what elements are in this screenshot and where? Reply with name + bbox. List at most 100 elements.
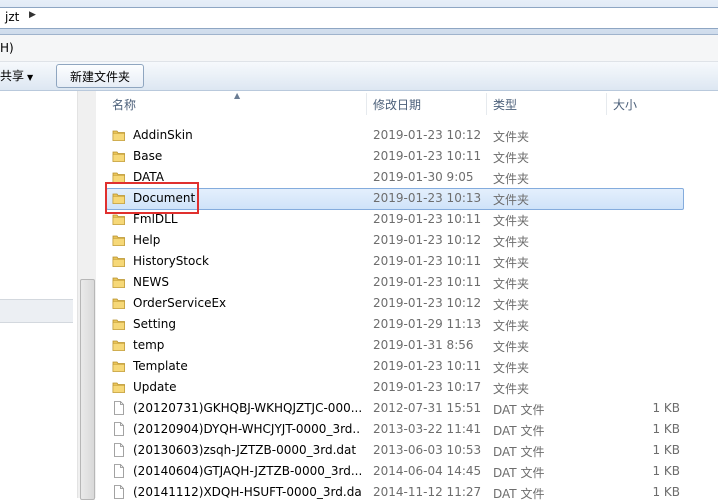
nav-scrollbar-thumb[interactable] xyxy=(80,279,95,500)
file-date: 2019-01-23 10:17 xyxy=(373,380,482,394)
folder-icon xyxy=(112,128,126,142)
file-row[interactable]: Base 2019-01-23 10:11 文件夹 xyxy=(96,146,718,167)
file-row[interactable]: Help 2019-01-23 10:12 文件夹 xyxy=(96,230,718,251)
file-name: (20140604)GTJAQH-JZTZB-0000_3rd.... xyxy=(133,464,361,478)
file-icon xyxy=(112,485,126,499)
file-name: AddinSkin xyxy=(133,128,193,142)
column-date[interactable]: 修改日期 xyxy=(373,91,421,117)
file-row[interactable]: OrderServiceEx 2019-01-23 10:12 文件夹 xyxy=(96,293,718,314)
file-type: 文件夹 xyxy=(493,151,530,165)
file-date: 2019-01-23 10:11 xyxy=(373,149,482,163)
file-name: Setting xyxy=(133,317,176,331)
file-date: 2013-06-03 10:53 xyxy=(373,443,482,457)
folder-icon xyxy=(112,359,126,373)
file-date: 2014-06-04 14:45 xyxy=(373,464,482,478)
file-date: 2019-01-31 8:56 xyxy=(373,338,474,352)
file-type: 文件夹 xyxy=(493,214,530,228)
file-name: (20120731)GKHQBJ-WKHQJZTJC-000... xyxy=(133,401,361,415)
file-type: DAT 文件 xyxy=(493,403,545,417)
file-row[interactable]: HistoryStock 2019-01-23 10:11 文件夹 xyxy=(96,251,718,272)
file-name: HistoryStock xyxy=(133,254,209,268)
column-header: ▲ 名称 修改日期 类型 大小 xyxy=(96,91,718,117)
folder-icon xyxy=(112,338,126,352)
file-name: OrderServiceEx xyxy=(133,296,227,310)
file-name: temp xyxy=(133,338,165,352)
file-row[interactable]: (20140604)GTJAQH-JZTZB-0000_3rd.... 2014-… xyxy=(96,461,718,482)
file-date: 2014-11-12 11:27 xyxy=(373,485,482,499)
file-row[interactable]: (20120904)DYQH-WHCJYJT-0000_3rd.... 2013-… xyxy=(96,419,718,440)
column-size[interactable]: 大小 xyxy=(613,91,637,117)
file-row[interactable]: (20130603)zsqh-JZTZB-0000_3rd.dat 2013-06… xyxy=(96,440,718,461)
file-name: Base xyxy=(133,149,163,163)
menu-item-help[interactable]: H) xyxy=(0,41,14,55)
file-row[interactable]: AddinSkin 2019-01-23 10:12 文件夹 xyxy=(96,125,718,146)
file-row[interactable]: temp 2019-01-31 8:56 文件夹 xyxy=(96,335,718,356)
file-type: 文件夹 xyxy=(493,382,530,396)
navigation-pane xyxy=(0,91,78,498)
folder-icon xyxy=(112,212,126,226)
column-type[interactable]: 类型 xyxy=(493,91,517,117)
file-date: 2019-01-23 10:12 xyxy=(373,233,482,247)
file-date: 2019-01-23 10:11 xyxy=(373,359,482,373)
folder-icon xyxy=(112,317,126,331)
file-date: 2019-01-23 10:12 xyxy=(373,128,482,142)
chevron-right-icon[interactable]: ▶ xyxy=(29,10,36,20)
file-date: 2019-01-23 10:11 xyxy=(373,275,482,289)
file-date: 2019-01-23 10:11 xyxy=(373,254,482,268)
file-size: 1 KB xyxy=(652,464,680,478)
file-row[interactable]: Template 2019-01-23 10:11 文件夹 xyxy=(96,356,718,377)
folder-icon xyxy=(112,275,126,289)
toolbar: 共享 ▼ 新建文件夹 xyxy=(0,62,718,91)
file-size: 1 KB xyxy=(652,485,680,499)
file-type: 文件夹 xyxy=(493,340,530,354)
new-folder-button[interactable]: 新建文件夹 xyxy=(56,64,144,88)
file-icon xyxy=(112,443,126,457)
file-row[interactable]: (20141112)XDQH-HSUFT-0000_3rd.dat 2014-11… xyxy=(96,482,718,503)
file-type: 文件夹 xyxy=(493,277,530,291)
file-row[interactable]: Update 2019-01-23 10:17 文件夹 xyxy=(96,377,718,398)
file-name: NEWS xyxy=(133,275,170,289)
file-name: Template xyxy=(133,359,188,373)
file-size: 1 KB xyxy=(652,422,680,436)
share-label: 共享 xyxy=(0,69,25,83)
file-type: 文件夹 xyxy=(493,235,530,249)
file-date: 2019-01-23 10:12 xyxy=(373,296,482,310)
file-size: 1 KB xyxy=(652,401,680,415)
folder-icon xyxy=(112,149,126,163)
file-size: 1 KB xyxy=(652,443,680,457)
file-date: 2019-01-23 10:13 xyxy=(373,191,482,205)
file-date: 2012-07-31 15:51 xyxy=(373,401,482,415)
file-row[interactable]: Setting 2019-01-29 11:13 文件夹 xyxy=(96,314,718,335)
menu-bar: H) xyxy=(0,35,718,62)
file-type: 文件夹 xyxy=(493,172,530,186)
nav-scrollbar[interactable] xyxy=(77,91,96,500)
column-name[interactable]: 名称 xyxy=(112,91,136,117)
file-row[interactable]: NEWS 2019-01-23 10:11 文件夹 xyxy=(96,272,718,293)
column-divider[interactable] xyxy=(366,93,367,115)
chevron-down-icon: ▼ xyxy=(27,73,34,82)
file-name: (20141112)XDQH-HSUFT-0000_3rd.dat xyxy=(133,485,361,499)
file-name: Help xyxy=(133,233,161,247)
address-path[interactable]: jzt xyxy=(5,10,19,24)
file-type: 文件夹 xyxy=(493,130,530,144)
folder-icon xyxy=(112,296,126,310)
file-row[interactable]: (20120731)GKHQBJ-WKHQJZTJC-000... 2012-07… xyxy=(96,398,718,419)
column-divider[interactable] xyxy=(606,93,607,115)
file-date: 2019-01-23 10:11 xyxy=(373,212,482,226)
file-type: 文件夹 xyxy=(493,298,530,312)
file-date: 2019-01-29 11:13 xyxy=(373,317,482,331)
column-divider[interactable] xyxy=(486,93,487,115)
file-name: FmlDLL xyxy=(133,212,178,226)
file-icon xyxy=(112,464,126,478)
file-icon xyxy=(112,401,126,415)
address-bar: jzt ▶ xyxy=(0,0,718,35)
file-name: (20120904)DYQH-WHCJYJT-0000_3rd.... xyxy=(133,422,361,436)
file-type: DAT 文件 xyxy=(493,487,545,501)
share-button[interactable]: 共享 ▼ xyxy=(0,67,33,85)
file-type: 文件夹 xyxy=(493,193,530,207)
folder-icon xyxy=(112,233,126,247)
folder-icon xyxy=(112,380,126,394)
file-icon xyxy=(112,422,126,436)
nav-selected-item[interactable] xyxy=(0,299,73,323)
address-input[interactable]: jzt ▶ xyxy=(0,7,718,29)
